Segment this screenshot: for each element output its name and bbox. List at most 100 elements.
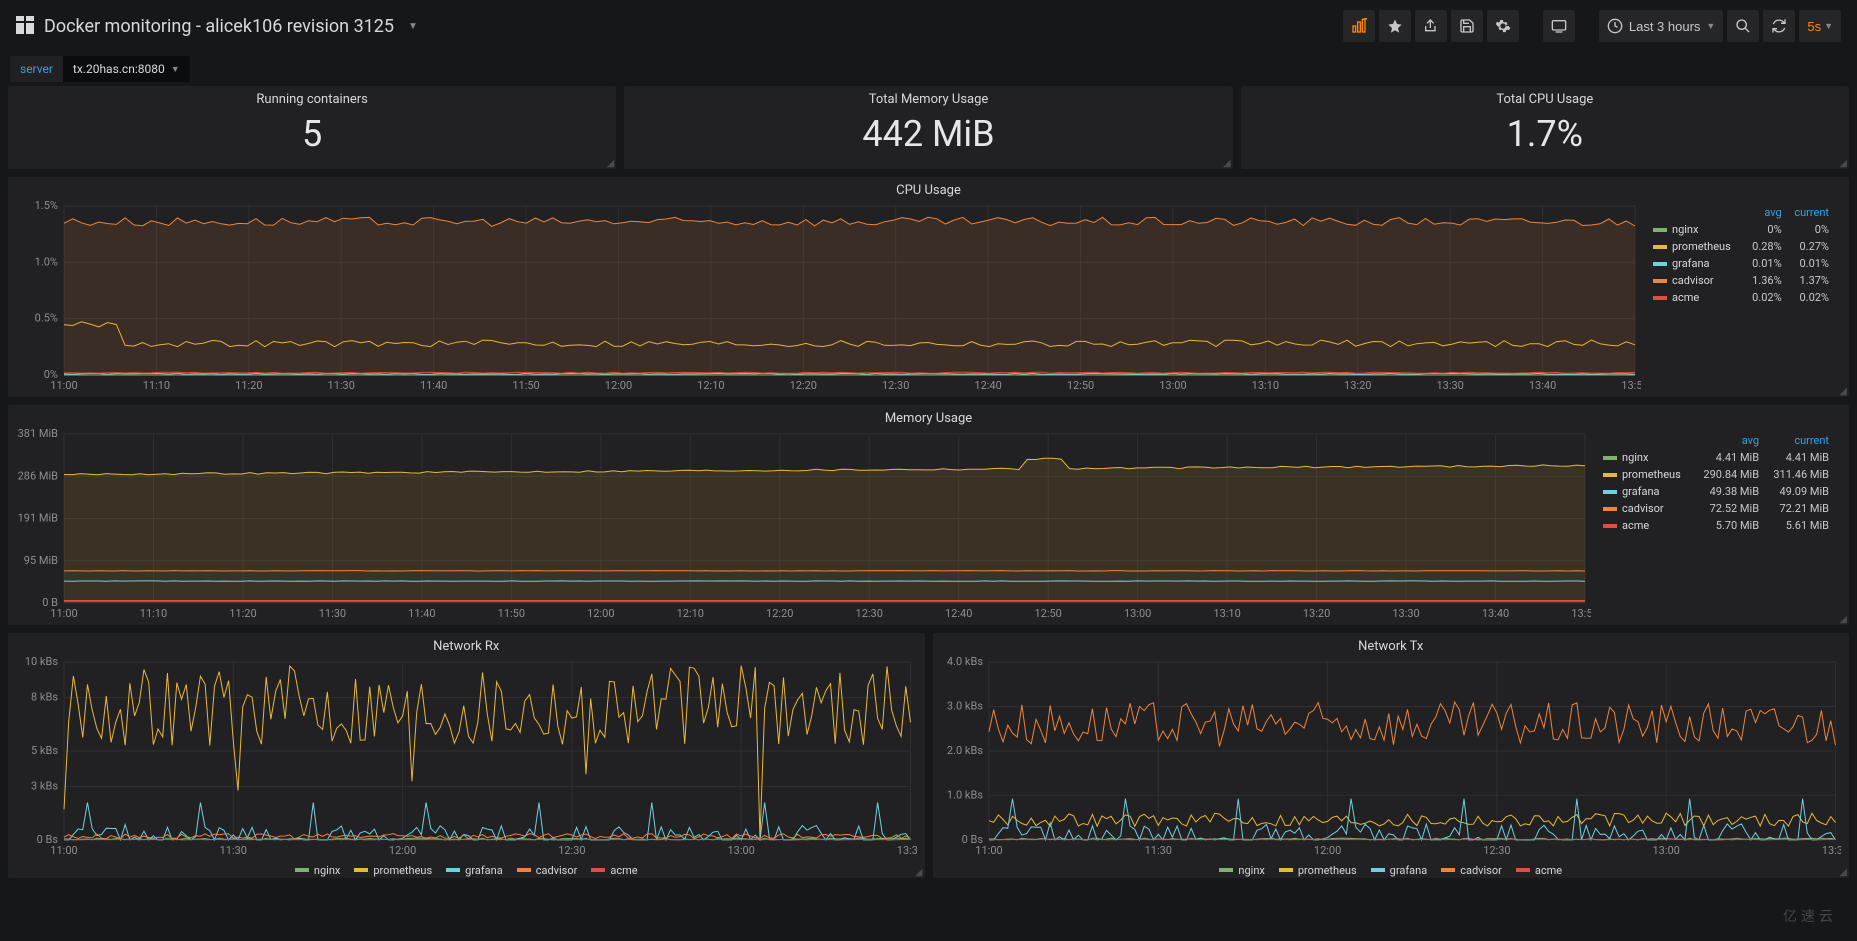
dashboard-icon[interactable] bbox=[16, 16, 34, 37]
svg-text:11:20: 11:20 bbox=[235, 379, 262, 392]
svg-text:12:30: 12:30 bbox=[856, 607, 883, 620]
total-cpu-panel[interactable]: Total CPU Usage 1.7% ◢ bbox=[1241, 86, 1849, 169]
cpu-legend[interactable]: avgcurrentnginx0%0%prometheus0.28%0.27%g… bbox=[1641, 200, 1841, 393]
legend-item-nginx[interactable]: nginx bbox=[295, 864, 340, 877]
panel-title: Running containers bbox=[8, 86, 616, 109]
add-panel-button[interactable] bbox=[1343, 10, 1375, 42]
svg-text:5 kBs: 5 kBs bbox=[31, 744, 58, 757]
legend-item-acme[interactable]: acme0.02%0.02% bbox=[1649, 289, 1833, 306]
legend-item-nginx[interactable]: nginx0%0% bbox=[1649, 221, 1833, 238]
nettx-chart[interactable]: 0 Bs1.0 kBs2.0 kBs3.0 kBs4.0 kBs11:0011:… bbox=[941, 656, 1842, 858]
view-mode-button[interactable] bbox=[1543, 10, 1575, 42]
chevron-down-icon[interactable]: ▼ bbox=[408, 21, 418, 32]
svg-text:95 MiB: 95 MiB bbox=[24, 554, 58, 567]
svg-text:12:00: 12:00 bbox=[389, 844, 416, 857]
svg-text:11:00: 11:00 bbox=[50, 379, 77, 392]
svg-text:11:40: 11:40 bbox=[420, 379, 447, 392]
svg-text:12:00: 12:00 bbox=[587, 607, 614, 620]
memory-chart[interactable]: 0 B95 MiB191 MiB286 MiB381 MiB11:0011:10… bbox=[16, 428, 1591, 621]
legend-item-nginx[interactable]: nginx bbox=[1219, 864, 1264, 877]
svg-text:12:50: 12:50 bbox=[1034, 607, 1061, 620]
svg-text:11:20: 11:20 bbox=[229, 607, 256, 620]
stat-value: 1.7% bbox=[1241, 109, 1849, 169]
legend-item-cadvisor[interactable]: cadvisor72.52 MiB72.21 MiB bbox=[1599, 500, 1833, 517]
svg-text:13:30: 13:30 bbox=[897, 844, 917, 857]
panel-title: Total CPU Usage bbox=[1241, 86, 1849, 109]
panel-title: Network Rx bbox=[8, 633, 925, 656]
svg-text:13:30: 13:30 bbox=[1436, 379, 1463, 392]
svg-text:13:00: 13:00 bbox=[728, 844, 755, 857]
svg-text:13:00: 13:00 bbox=[1652, 844, 1679, 857]
svg-text:1.0 kBs: 1.0 kBs bbox=[946, 788, 982, 801]
save-button[interactable] bbox=[1451, 10, 1483, 42]
panel-title: Memory Usage bbox=[8, 405, 1849, 428]
svg-text:12:20: 12:20 bbox=[766, 607, 793, 620]
legend-item-acme[interactable]: acme5.70 MiB5.61 MiB bbox=[1599, 517, 1833, 534]
svg-text:10 kBs: 10 kBs bbox=[25, 656, 58, 668]
legend-item-prometheus[interactable]: prometheus290.84 MiB311.46 MiB bbox=[1599, 466, 1833, 483]
legend-item-grafana[interactable]: grafana0.01%0.01% bbox=[1649, 255, 1833, 272]
zoom-out-button[interactable] bbox=[1727, 10, 1759, 42]
legend-item-grafana[interactable]: grafana bbox=[446, 864, 503, 877]
svg-text:11:50: 11:50 bbox=[498, 607, 525, 620]
svg-text:3.0 kBs: 3.0 kBs bbox=[946, 699, 982, 712]
svg-text:11:40: 11:40 bbox=[408, 607, 435, 620]
netrx-legend[interactable]: nginx prometheus grafana cadvisor acme bbox=[16, 858, 917, 887]
server-var-value[interactable]: tx.20has.cn:8080 ▼ bbox=[63, 56, 190, 82]
svg-text:1.0%: 1.0% bbox=[35, 255, 58, 268]
refresh-button[interactable] bbox=[1763, 10, 1795, 42]
svg-text:12:30: 12:30 bbox=[882, 379, 909, 392]
svg-text:286 MiB: 286 MiB bbox=[18, 469, 59, 482]
svg-text:13:50: 13:50 bbox=[1571, 607, 1591, 620]
svg-text:3 kBs: 3 kBs bbox=[31, 780, 58, 793]
svg-text:11:30: 11:30 bbox=[319, 607, 346, 620]
svg-text:13:50: 13:50 bbox=[1621, 379, 1641, 392]
network-tx-panel[interactable]: Network Tx 0 Bs1.0 kBs2.0 kBs3.0 kBs4.0 … bbox=[933, 633, 1850, 878]
svg-text:191 MiB: 191 MiB bbox=[18, 512, 59, 525]
dashboard-title[interactable]: Docker monitoring - alicek106 revision 3… bbox=[44, 16, 394, 37]
stat-value: 442 MiB bbox=[624, 109, 1232, 169]
time-range-button[interactable]: Last 3 hours ▼ bbox=[1599, 10, 1723, 42]
star-button[interactable] bbox=[1379, 10, 1411, 42]
svg-text:12:00: 12:00 bbox=[605, 379, 632, 392]
svg-text:11:10: 11:10 bbox=[140, 607, 167, 620]
svg-text:1.5%: 1.5% bbox=[35, 200, 58, 212]
panel-title: CPU Usage bbox=[8, 177, 1849, 200]
svg-text:12:30: 12:30 bbox=[1483, 844, 1510, 857]
legend-item-grafana[interactable]: grafana bbox=[1371, 864, 1428, 877]
svg-text:12:50: 12:50 bbox=[1067, 379, 1094, 392]
refresh-interval-button[interactable]: 5s ▼ bbox=[1799, 10, 1841, 42]
panel-title: Network Tx bbox=[933, 633, 1850, 656]
svg-text:13:00: 13:00 bbox=[1159, 379, 1186, 392]
server-var-label: server bbox=[10, 56, 63, 82]
settings-button[interactable] bbox=[1487, 10, 1519, 42]
legend-item-prometheus[interactable]: prometheus bbox=[354, 864, 432, 877]
legend-item-cadvisor[interactable]: cadvisor bbox=[517, 864, 578, 877]
netrx-chart[interactable]: 0 Bs3 kBs5 kBs8 kBs10 kBs11:0011:3012:00… bbox=[16, 656, 917, 858]
svg-text:12:30: 12:30 bbox=[558, 844, 585, 857]
svg-text:4.0 kBs: 4.0 kBs bbox=[946, 656, 982, 668]
svg-text:13:00: 13:00 bbox=[1124, 607, 1151, 620]
share-button[interactable] bbox=[1415, 10, 1447, 42]
total-memory-panel[interactable]: Total Memory Usage 442 MiB ◢ bbox=[624, 86, 1232, 169]
memory-legend[interactable]: avgcurrentnginx4.41 MiB4.41 MiBprometheu… bbox=[1591, 428, 1841, 621]
cpu-chart[interactable]: 0%0.5%1.0%1.5%11:0011:1011:2011:3011:401… bbox=[16, 200, 1641, 393]
legend-item-prometheus[interactable]: prometheus0.28%0.27% bbox=[1649, 238, 1833, 255]
legend-item-acme[interactable]: acme bbox=[1516, 864, 1562, 877]
svg-text:11:00: 11:00 bbox=[50, 844, 77, 857]
network-rx-panel[interactable]: Network Rx 0 Bs3 kBs5 kBs8 kBs10 kBs11:0… bbox=[8, 633, 925, 878]
legend-item-nginx[interactable]: nginx4.41 MiB4.41 MiB bbox=[1599, 449, 1833, 466]
legend-item-prometheus[interactable]: prometheus bbox=[1279, 864, 1357, 877]
legend-item-acme[interactable]: acme bbox=[591, 864, 637, 877]
legend-item-cadvisor[interactable]: cadvisor bbox=[1441, 864, 1502, 877]
svg-text:12:40: 12:40 bbox=[945, 607, 972, 620]
legend-item-cadvisor[interactable]: cadvisor1.36%1.37% bbox=[1649, 272, 1833, 289]
svg-text:13:30: 13:30 bbox=[1392, 607, 1419, 620]
legend-item-grafana[interactable]: grafana49.38 MiB49.09 MiB bbox=[1599, 483, 1833, 500]
running-containers-panel[interactable]: Running containers 5 ◢ bbox=[8, 86, 616, 169]
svg-text:2.0 kBs: 2.0 kBs bbox=[946, 744, 982, 757]
cpu-usage-panel[interactable]: CPU Usage 0%0.5%1.0%1.5%11:0011:1011:201… bbox=[8, 177, 1849, 397]
memory-usage-panel[interactable]: Memory Usage 0 B95 MiB191 MiB286 MiB381 … bbox=[8, 405, 1849, 625]
svg-text:11:50: 11:50 bbox=[512, 379, 539, 392]
nettx-legend[interactable]: nginx prometheus grafana cadvisor acme bbox=[941, 858, 1842, 887]
